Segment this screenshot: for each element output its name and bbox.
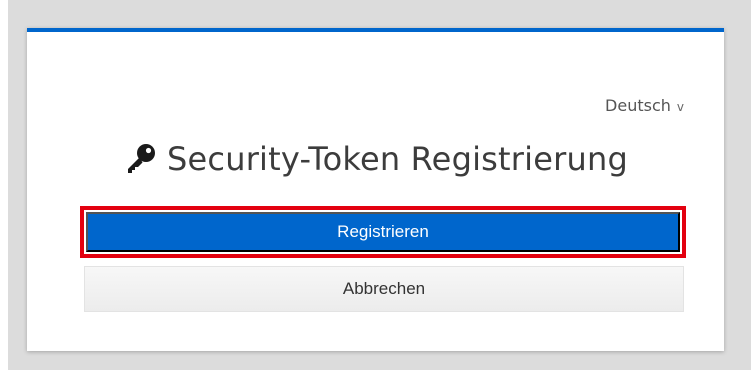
chevron-down-icon: v xyxy=(676,99,684,114)
key-icon xyxy=(128,144,156,173)
card-accent-bar xyxy=(27,28,724,32)
page-title: Security-Token Registrierung xyxy=(27,140,724,178)
language-selector[interactable]: Deutsch v xyxy=(605,96,684,115)
cancel-button[interactable]: Abbrechen xyxy=(84,266,684,312)
registration-card: Deutsch v Security-Token Registrierung R… xyxy=(27,28,724,351)
backdrop xyxy=(0,0,8,370)
page-title-text: Security-Token Registrierung xyxy=(167,140,628,178)
register-button-highlight: Registrieren xyxy=(80,206,686,258)
language-selected-label: Deutsch xyxy=(605,96,671,115)
register-button[interactable]: Registrieren xyxy=(86,212,680,252)
